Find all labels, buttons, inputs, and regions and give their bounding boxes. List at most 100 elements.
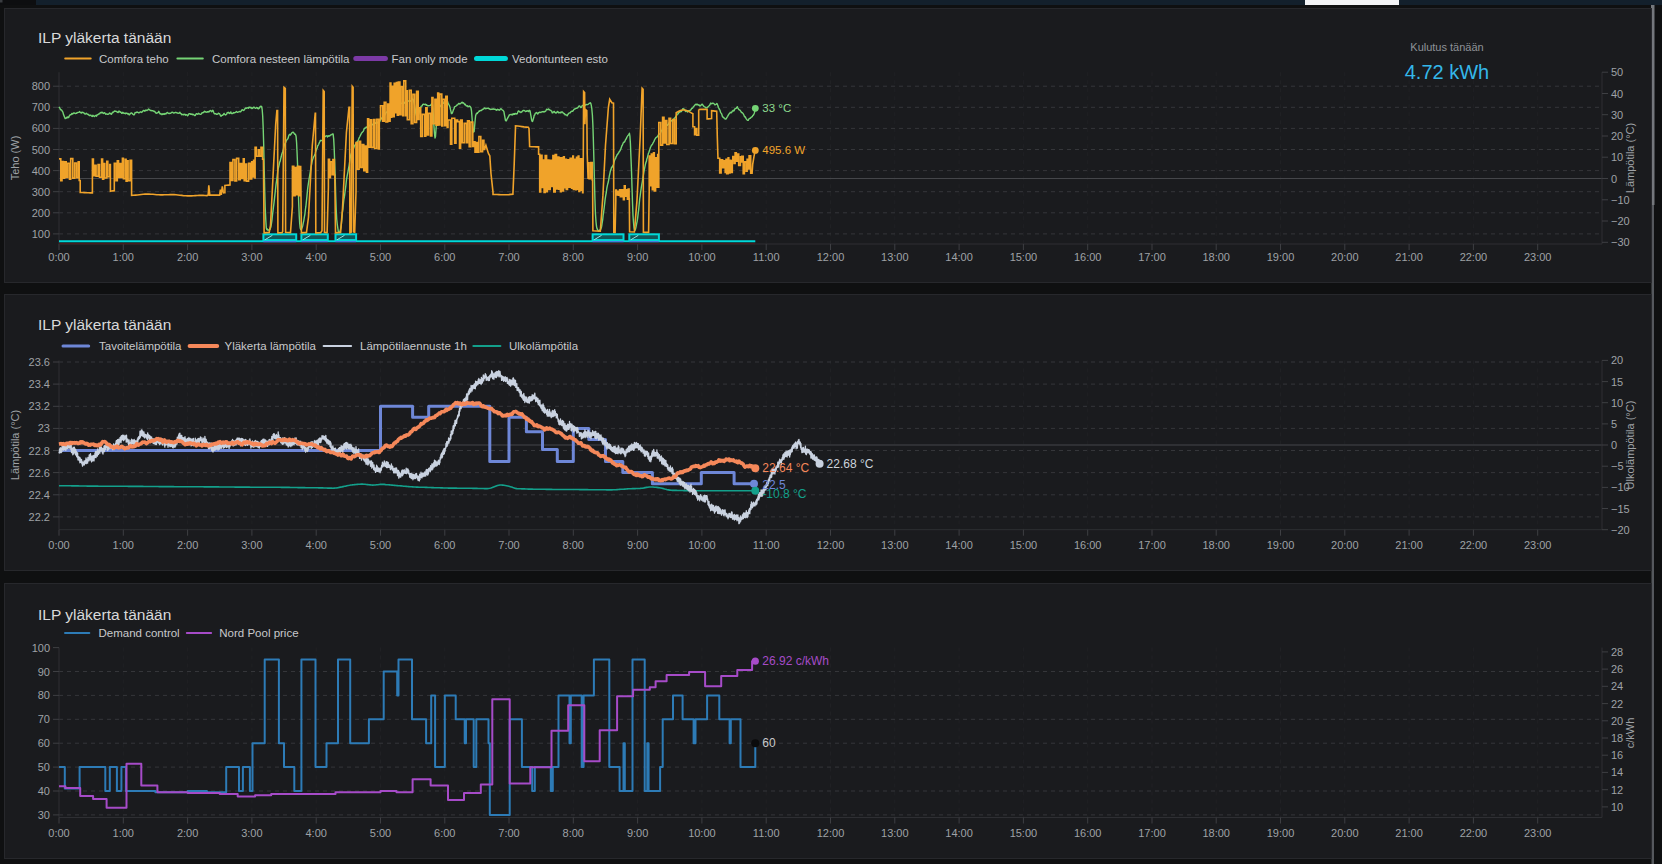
svg-text:4:00: 4:00 xyxy=(305,827,326,839)
svg-text:6:00: 6:00 xyxy=(434,251,455,263)
svg-text:20: 20 xyxy=(1611,130,1623,142)
svg-text:50: 50 xyxy=(38,761,50,773)
svg-text:−20: −20 xyxy=(1611,215,1630,227)
svg-text:3:00: 3:00 xyxy=(241,251,262,263)
svg-text:11:00: 11:00 xyxy=(753,251,780,263)
svg-text:14:00: 14:00 xyxy=(945,827,973,839)
svg-text:11:00: 11:00 xyxy=(753,539,780,551)
svg-text:Ulkolämpötila (°C): Ulkolämpötila (°C) xyxy=(1624,401,1636,490)
svg-text:22:00: 22:00 xyxy=(1460,827,1488,839)
svg-text:5: 5 xyxy=(1611,418,1617,430)
svg-text:Yläkerta lämpötila: Yläkerta lämpötila xyxy=(225,340,317,352)
svg-text:0:00: 0:00 xyxy=(48,539,69,551)
svg-text:0:00: 0:00 xyxy=(48,251,69,263)
svg-text:Lämpötila (°C): Lämpötila (°C) xyxy=(9,410,21,480)
svg-text:Fan only mode: Fan only mode xyxy=(392,53,468,65)
svg-text:80: 80 xyxy=(38,689,50,701)
svg-text:2:00: 2:00 xyxy=(177,539,198,551)
svg-text:200: 200 xyxy=(32,207,50,219)
svg-text:22:00: 22:00 xyxy=(1460,251,1488,263)
svg-text:13:00: 13:00 xyxy=(881,827,909,839)
svg-text:12:00: 12:00 xyxy=(817,539,845,551)
svg-text:40: 40 xyxy=(1611,88,1623,100)
svg-text:Comfora nesteen lämpötila: Comfora nesteen lämpötila xyxy=(212,53,350,65)
svg-text:4.72 kWh: 4.72 kWh xyxy=(1405,61,1489,83)
svg-text:1:00: 1:00 xyxy=(113,827,134,839)
svg-text:8:00: 8:00 xyxy=(563,539,584,551)
svg-text:20:00: 20:00 xyxy=(1331,251,1359,263)
svg-text:5:00: 5:00 xyxy=(370,827,391,839)
svg-text:50: 50 xyxy=(1611,66,1623,78)
svg-text:700: 700 xyxy=(32,101,50,113)
svg-text:18: 18 xyxy=(1611,732,1623,744)
svg-text:15: 15 xyxy=(1611,376,1623,388)
svg-text:17:00: 17:00 xyxy=(1138,827,1166,839)
svg-text:3:00: 3:00 xyxy=(241,827,262,839)
svg-text:Kulutus tänään: Kulutus tänään xyxy=(1410,41,1483,53)
svg-text:20: 20 xyxy=(1611,715,1623,727)
svg-text:10:00: 10:00 xyxy=(688,827,716,839)
svg-text:10: 10 xyxy=(1611,397,1623,409)
svg-text:19:00: 19:00 xyxy=(1267,251,1295,263)
svg-text:8:00: 8:00 xyxy=(563,827,584,839)
svg-text:3:00: 3:00 xyxy=(241,539,262,551)
svg-text:18:00: 18:00 xyxy=(1202,827,1230,839)
svg-text:18:00: 18:00 xyxy=(1202,539,1230,551)
svg-text:5:00: 5:00 xyxy=(370,251,391,263)
svg-text:30: 30 xyxy=(38,809,50,821)
svg-text:12: 12 xyxy=(1611,784,1623,796)
svg-text:100: 100 xyxy=(32,642,50,654)
svg-text:15:00: 15:00 xyxy=(1010,827,1038,839)
svg-text:20: 20 xyxy=(1611,354,1623,366)
svg-text:19:00: 19:00 xyxy=(1267,539,1295,551)
svg-text:23: 23 xyxy=(38,422,50,434)
svg-text:0: 0 xyxy=(1611,439,1617,451)
svg-text:22:00: 22:00 xyxy=(1460,539,1488,551)
svg-text:6:00: 6:00 xyxy=(434,827,455,839)
svg-text:7:00: 7:00 xyxy=(498,827,519,839)
svg-text:12:00: 12:00 xyxy=(817,251,845,263)
svg-text:20:00: 20:00 xyxy=(1331,539,1359,551)
svg-text:28: 28 xyxy=(1611,646,1623,658)
svg-text:16:00: 16:00 xyxy=(1074,827,1102,839)
svg-text:10: 10 xyxy=(1611,801,1623,813)
svg-text:15:00: 15:00 xyxy=(1010,539,1038,551)
svg-text:13:00: 13:00 xyxy=(881,251,909,263)
svg-text:c/kWh: c/kWh xyxy=(1624,718,1636,749)
svg-text:17:00: 17:00 xyxy=(1138,251,1166,263)
svg-text:7:00: 7:00 xyxy=(498,251,519,263)
svg-text:4:00: 4:00 xyxy=(305,539,326,551)
svg-text:21:00: 21:00 xyxy=(1395,539,1423,551)
svg-text:60: 60 xyxy=(762,736,776,750)
svg-text:13:00: 13:00 xyxy=(881,539,909,551)
svg-text:9:00: 9:00 xyxy=(627,539,648,551)
svg-text:Nord Pool price: Nord Pool price xyxy=(219,627,298,639)
svg-text:ILP yläkerta tänään: ILP yläkerta tänään xyxy=(38,29,171,46)
svg-text:10:00: 10:00 xyxy=(688,539,716,551)
svg-text:90: 90 xyxy=(38,666,50,678)
svg-text:Teho (W): Teho (W) xyxy=(9,136,21,181)
svg-text:23:00: 23:00 xyxy=(1524,827,1552,839)
svg-text:17:00: 17:00 xyxy=(1138,539,1166,551)
svg-text:14:00: 14:00 xyxy=(945,251,973,263)
svg-text:26.92 c/kWh: 26.92 c/kWh xyxy=(762,654,829,668)
svg-text:16:00: 16:00 xyxy=(1074,539,1102,551)
svg-text:−30: −30 xyxy=(1611,236,1630,248)
svg-text:9:00: 9:00 xyxy=(627,251,648,263)
svg-text:600: 600 xyxy=(32,122,50,134)
svg-text:800: 800 xyxy=(32,80,50,92)
svg-text:14: 14 xyxy=(1611,766,1623,778)
svg-text:Lämpötilaennuste 1h: Lämpötilaennuste 1h xyxy=(360,340,467,352)
svg-text:18:00: 18:00 xyxy=(1202,251,1230,263)
svg-text:23.6: 23.6 xyxy=(29,356,50,368)
svg-text:−20: −20 xyxy=(1611,524,1630,536)
svg-text:2:00: 2:00 xyxy=(177,251,198,263)
svg-text:21:00: 21:00 xyxy=(1395,251,1423,263)
svg-text:Demand control: Demand control xyxy=(99,627,180,639)
svg-text:400: 400 xyxy=(32,165,50,177)
svg-text:1:00: 1:00 xyxy=(113,539,134,551)
svg-text:1:00: 1:00 xyxy=(113,251,134,263)
svg-text:26: 26 xyxy=(1611,663,1623,675)
svg-text:22.8: 22.8 xyxy=(29,445,50,457)
svg-text:4:00: 4:00 xyxy=(305,251,326,263)
